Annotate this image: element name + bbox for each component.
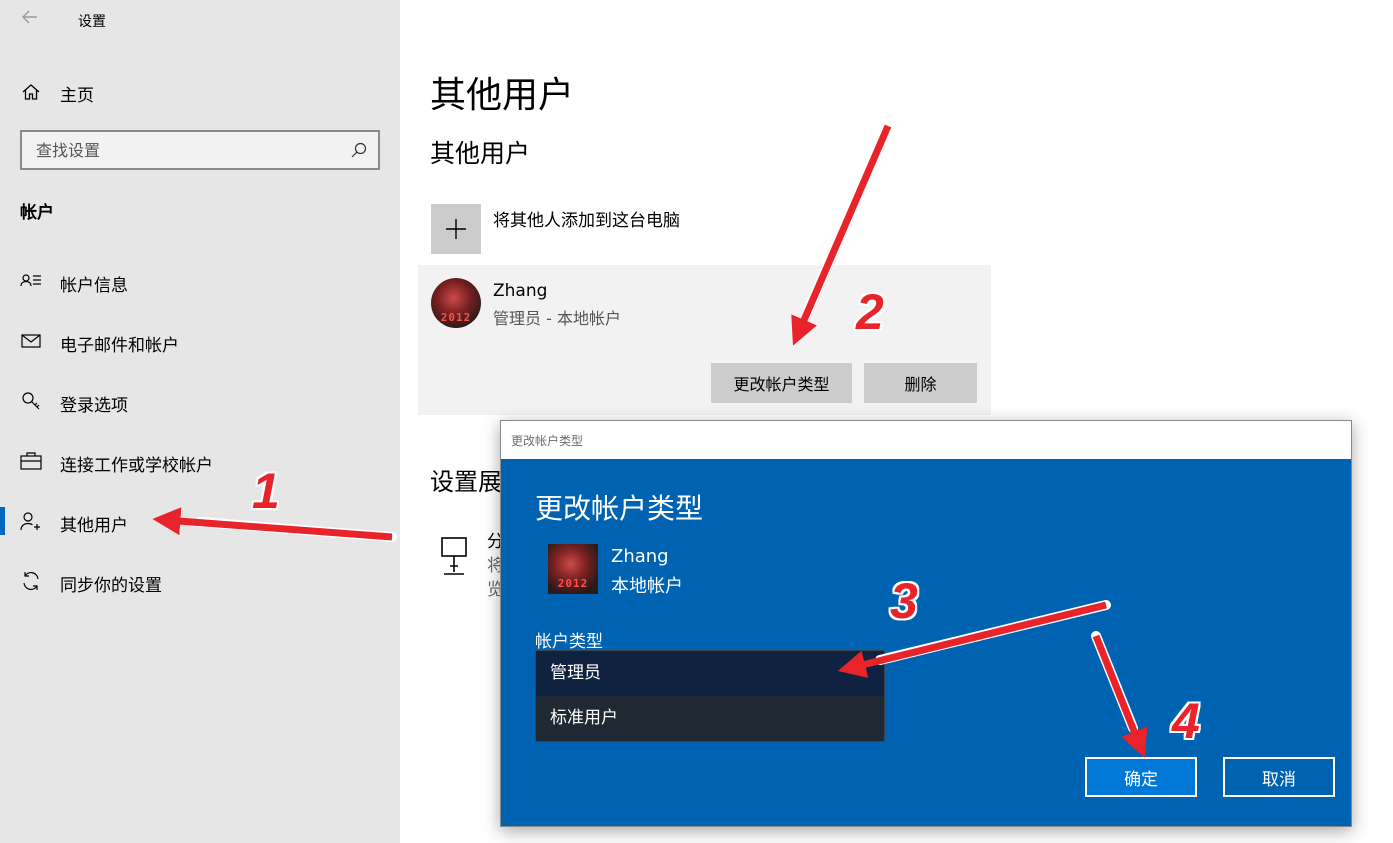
kiosk-icon: [438, 536, 470, 578]
sidebar-item-label: 登录选项: [60, 396, 128, 416]
settings-sidebar: 设置 主页 帐户 帐户信息 电子邮件和帐户 登录选项 连接工作: [0, 0, 400, 843]
dialog-titlebar[interactable]: 更改帐户类型: [501, 421, 1351, 459]
change-account-type-button[interactable]: 更改帐户类型: [711, 363, 852, 403]
nav-home-label: 主页: [60, 86, 94, 106]
mail-icon: [20, 330, 42, 352]
step-number-3: 3: [890, 573, 918, 629]
plus-icon: [446, 219, 466, 239]
sidebar-item-account-info[interactable]: 帐户信息: [0, 261, 400, 301]
step-number-2: 2: [856, 284, 884, 340]
sidebar-item-other-users[interactable]: 其他用户: [0, 501, 400, 541]
user-avatar: 2012: [431, 278, 481, 328]
dialog-user-avatar: 2012: [548, 544, 598, 594]
add-user-button[interactable]: [431, 204, 481, 254]
sidebar-item-label: 其他用户: [60, 516, 128, 536]
section-heading-accounts: 帐户: [20, 203, 54, 223]
dialog-user-type: 本地帐户: [611, 576, 683, 597]
account-type-dropdown[interactable]: 管理员 标准用户: [535, 650, 885, 742]
dialog-window-title: 更改帐户类型: [511, 434, 584, 448]
step-number-1: 1: [252, 463, 280, 519]
back-button[interactable]: [18, 8, 42, 32]
search-input[interactable]: [22, 132, 342, 168]
search-box: [20, 130, 380, 170]
back-arrow-icon: [22, 10, 37, 24]
sidebar-item-label: 同步你的设置: [60, 576, 162, 596]
section-title: 其他用户: [430, 139, 531, 168]
home-icon: [20, 81, 42, 103]
key-icon: [20, 390, 42, 412]
kiosk-section-title: 设置展: [430, 468, 502, 496]
sidebar-item-label: 电子邮件和帐户: [60, 336, 179, 356]
sync-icon: [20, 570, 42, 592]
sidebar-item-sync[interactable]: 同步你的设置: [0, 561, 400, 601]
app-title: 设置: [78, 14, 106, 30]
nav-home[interactable]: 主页: [0, 74, 400, 110]
sidebar-item-label: 连接工作或学校帐户: [60, 456, 213, 476]
sidebar-item-label: 帐户信息: [60, 276, 128, 296]
user-name: Zhang: [493, 281, 548, 301]
change-account-type-dialog: 更改帐户类型 更改帐户类型 2012 Zhang 本地帐户 帐户类型 管理员 标…: [500, 420, 1352, 827]
briefcase-icon: [20, 450, 42, 472]
cancel-button[interactable]: 取消: [1223, 757, 1335, 797]
option-administrator[interactable]: 管理员: [536, 651, 884, 696]
add-person-icon: [20, 510, 42, 532]
add-user-label[interactable]: 将其他人添加到这台电脑: [493, 206, 680, 231]
sidebar-item-signin-options[interactable]: 登录选项: [0, 381, 400, 421]
option-standard-user[interactable]: 标准用户: [536, 696, 884, 741]
account-type-label: 帐户类型: [535, 632, 603, 652]
account-info-icon: [20, 270, 42, 292]
dialog-heading: 更改帐户类型: [535, 492, 704, 525]
sidebar-item-work-school[interactable]: 连接工作或学校帐户: [0, 441, 400, 481]
ok-button[interactable]: 确定: [1085, 757, 1197, 797]
user-card[interactable]: 2012 Zhang 管理员 - 本地帐户 更改帐户类型 删除: [418, 265, 991, 415]
search-icon[interactable]: [350, 141, 368, 159]
dialog-user-name: Zhang: [611, 546, 669, 567]
step-number-4: 4: [1172, 693, 1200, 749]
avatar-text: 2012: [440, 311, 472, 324]
page-title: 其他用户: [430, 75, 575, 116]
avatar-text: 2012: [557, 577, 589, 590]
sidebar-item-email[interactable]: 电子邮件和帐户: [0, 321, 400, 361]
delete-user-button[interactable]: 删除: [864, 363, 977, 403]
user-role: 管理员 - 本地帐户: [493, 309, 621, 328]
